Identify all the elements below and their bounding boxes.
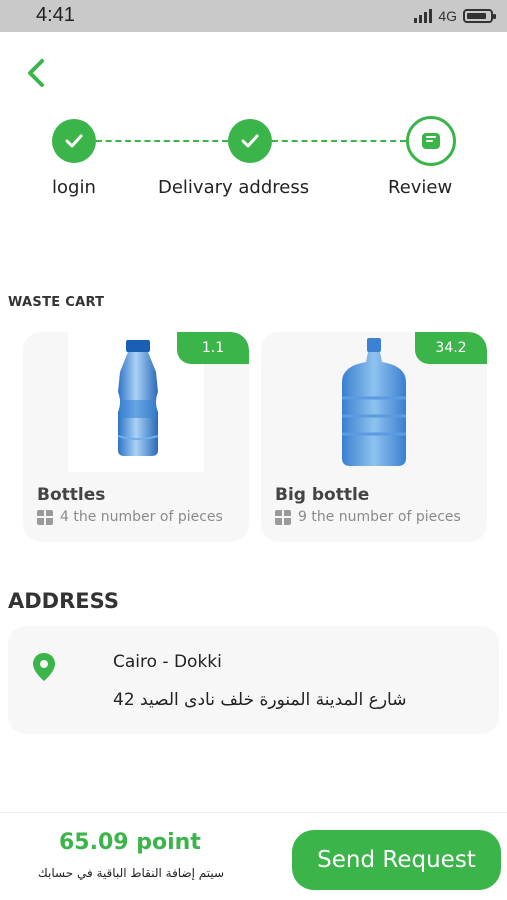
send-request-button[interactable]: Send Request (292, 830, 501, 890)
weight-badge: 1.1 (177, 332, 249, 364)
battery-icon (463, 9, 496, 23)
cart-item-big-bottle[interactable]: 34.2 Big bottle 9 the number of pieces (261, 332, 487, 542)
item-name: Big bottle (275, 485, 370, 505)
step-connector (96, 140, 228, 142)
step-label-review: Review (388, 177, 453, 198)
back-button[interactable] (20, 55, 56, 91)
status-bar: 4:41 4G (0, 0, 507, 32)
waste-cart-title: WASTE CART (8, 295, 105, 310)
bottom-bar: 65.09 point سيتم إضافة النقاط الباقية في… (0, 812, 507, 900)
status-time: 4:41 (36, 4, 75, 26)
box-icon (37, 509, 53, 525)
address-city: Cairo - Dokki (113, 652, 222, 672)
cart-item-bottles[interactable]: 1.1 Bottles 4 the number of pieces (23, 332, 249, 542)
chevron-left-icon (28, 59, 44, 87)
check-icon (241, 134, 259, 148)
item-pieces-text: 4 the number of pieces (60, 509, 223, 525)
weight-badge: 34.2 (415, 332, 487, 364)
step-label-login: login (52, 177, 96, 198)
status-icons: 4G (414, 7, 496, 25)
points-note: سيتم إضافة النقاط الباقية في حسابك (37, 866, 225, 880)
step-connector (272, 140, 406, 142)
step-delivery-address (228, 119, 272, 163)
points-total: 65.09 point (59, 830, 201, 855)
step-label-delivery: Delivary address (158, 177, 310, 198)
network-label: 4G (438, 8, 457, 24)
item-pieces: 4 the number of pieces (37, 509, 223, 525)
location-pin-icon (33, 653, 55, 681)
check-icon (65, 134, 83, 148)
step-review (406, 116, 456, 166)
box-icon (275, 509, 291, 525)
address-title: ADDRESS (8, 589, 119, 613)
address-card[interactable]: Cairo - Dokki شارع المدينة المنورة خلف ن… (8, 626, 499, 734)
signal-icon (414, 9, 433, 23)
review-icon (422, 133, 440, 149)
address-street: شارع المدينة المنورة خلف نادى الصيد 42 (113, 690, 407, 710)
step-login (52, 119, 96, 163)
item-pieces: 9 the number of pieces (275, 509, 461, 525)
item-pieces-text: 9 the number of pieces (298, 509, 461, 525)
item-name: Bottles (37, 485, 106, 505)
